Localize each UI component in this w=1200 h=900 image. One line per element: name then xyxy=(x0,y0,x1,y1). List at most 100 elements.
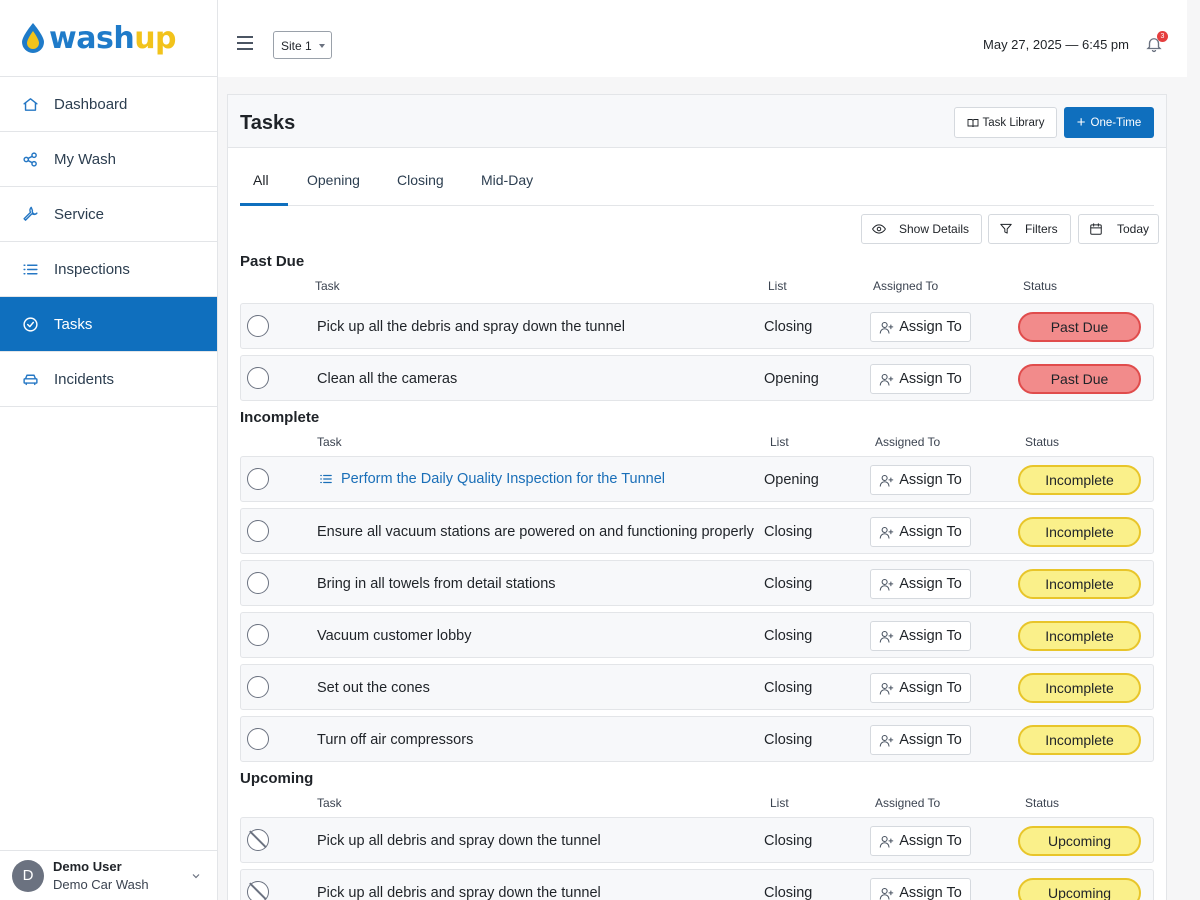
assign-to-button[interactable]: Assign To xyxy=(870,725,971,755)
complete-checkbox[interactable] xyxy=(247,676,269,698)
task-row[interactable]: Turn off air compressors Closing Assign … xyxy=(240,716,1154,762)
assign-to-button[interactable]: Assign To xyxy=(870,673,971,703)
complete-checkbox[interactable] xyxy=(247,624,269,646)
site-select-value: Site 1 xyxy=(281,39,312,53)
sidebar: washup Dashboard My Wash Service Inspect… xyxy=(0,0,218,900)
column-header-list: List xyxy=(768,279,787,293)
task-name: Bring in all towels from detail stations xyxy=(317,576,556,592)
assign-to-label: Assign To xyxy=(899,472,962,488)
avatar: D xyxy=(12,859,44,892)
list-icon xyxy=(23,264,38,274)
task-list: Closing xyxy=(764,885,813,900)
filters-button[interactable]: Filters xyxy=(988,214,1071,244)
list-icon xyxy=(320,474,332,484)
task-name: Turn off air compressors xyxy=(317,732,474,748)
section-title-upcoming: Upcoming xyxy=(240,770,314,787)
assign-to-label: Assign To xyxy=(899,680,962,696)
tab-all[interactable]: All xyxy=(253,172,269,188)
user-plus-icon xyxy=(879,835,894,848)
assign-to-button[interactable]: Assign To xyxy=(870,312,971,342)
status-badge: Incomplete xyxy=(1018,569,1141,599)
menu-icon[interactable] xyxy=(237,36,253,50)
sidebar-item-label: Service xyxy=(54,205,105,223)
task-list: Closing xyxy=(764,833,813,849)
assign-to-label: Assign To xyxy=(899,319,962,335)
task-list: Closing xyxy=(764,576,813,592)
one-time-button[interactable]: + One-Time xyxy=(1064,107,1154,138)
car-icon xyxy=(23,374,38,385)
column-header-task: Task xyxy=(317,435,342,449)
sidebar-item-incidents[interactable]: Incidents xyxy=(0,352,217,407)
task-row[interactable]: Clean all the cameras Opening Assign To … xyxy=(240,355,1154,401)
eye-icon xyxy=(872,224,886,234)
task-row[interactable]: Bring in all towels from detail stations… xyxy=(240,560,1154,606)
sidebar-item-tasks[interactable]: Tasks xyxy=(0,297,217,352)
task-row[interactable]: Pick up all the debris and spray down th… xyxy=(240,303,1154,349)
inspection-task-link[interactable]: Perform the Daily Quality Inspection for… xyxy=(319,471,665,487)
assign-to-button[interactable]: Assign To xyxy=(870,465,971,495)
filter-icon xyxy=(1000,223,1012,234)
sidebar-item-label: Inspections xyxy=(54,260,130,278)
assign-to-button[interactable]: Assign To xyxy=(870,569,971,599)
task-row[interactable]: Ensure all vacuum stations are powered o… xyxy=(240,508,1154,554)
assign-to-button[interactable]: Assign To xyxy=(870,826,971,856)
assign-to-label: Assign To xyxy=(899,576,962,592)
tab-mid-day[interactable]: Mid-Day xyxy=(481,172,533,188)
user-org: Demo Car Wash xyxy=(53,877,149,892)
site-select[interactable]: Site 1 xyxy=(273,31,332,59)
section-title-incomplete: Incomplete xyxy=(240,409,320,426)
logo-text: washup xyxy=(49,20,177,56)
sidebar-item-my-wash[interactable]: My Wash xyxy=(0,132,217,187)
task-row[interactable]: Perform the Daily Quality Inspection for… xyxy=(240,456,1154,502)
task-row[interactable]: Pick up all debris and spray down the tu… xyxy=(240,817,1154,863)
task-list: Closing xyxy=(764,524,813,540)
sidebar-item-inspections[interactable]: Inspections xyxy=(0,242,217,297)
status-badge: Incomplete xyxy=(1018,517,1141,547)
tab-closing[interactable]: Closing xyxy=(397,172,444,188)
task-name: Ensure all vacuum stations are powered o… xyxy=(317,524,754,540)
notifications-button[interactable]: 3 xyxy=(1145,31,1168,53)
sidebar-item-dashboard[interactable]: Dashboard xyxy=(0,77,217,132)
complete-checkbox[interactable] xyxy=(247,468,269,490)
task-list: Closing xyxy=(764,628,813,644)
task-row[interactable]: Pick up all debris and spray down the tu… xyxy=(240,869,1154,900)
user-plus-icon xyxy=(879,526,894,539)
task-row[interactable]: Set out the cones Closing Assign To Inco… xyxy=(240,664,1154,710)
user-plus-icon xyxy=(879,887,894,900)
datetime: May 27, 2025 — 6:45 pm xyxy=(983,37,1129,52)
task-row[interactable]: Vacuum customer lobby Closing Assign To … xyxy=(240,612,1154,658)
assign-to-button[interactable]: Assign To xyxy=(870,621,971,651)
assign-to-label: Assign To xyxy=(899,732,962,748)
chevron-down-icon[interactable] xyxy=(191,871,201,881)
complete-checkbox[interactable] xyxy=(247,367,269,389)
show-details-button[interactable]: Show Details xyxy=(861,214,982,244)
complete-checkbox[interactable] xyxy=(247,520,269,542)
calendar-icon xyxy=(1090,223,1102,235)
task-name: Pick up all debris and spray down the tu… xyxy=(317,833,601,849)
sidebar-item-service[interactable]: Service xyxy=(0,187,217,242)
task-list: Closing xyxy=(764,680,813,696)
top-bar: Site 1 May 27, 2025 — 6:45 pm 3 xyxy=(218,0,1187,77)
tab-opening[interactable]: Opening xyxy=(307,172,360,188)
home-icon xyxy=(23,97,38,111)
assign-to-button[interactable]: Assign To xyxy=(870,364,971,394)
task-list: Closing xyxy=(764,732,813,748)
assign-to-button[interactable]: Assign To xyxy=(870,878,971,900)
status-badge: Past Due xyxy=(1018,312,1141,342)
assign-to-button[interactable]: Assign To xyxy=(870,517,971,547)
filters-label: Filters xyxy=(1025,222,1058,236)
logo[interactable]: washup xyxy=(0,0,217,77)
sidebar-item-label: Dashboard xyxy=(54,95,128,113)
task-library-button[interactable]: Task Library xyxy=(954,107,1057,138)
status-badge: Incomplete xyxy=(1018,725,1141,755)
task-name: Pick up all the debris and spray down th… xyxy=(317,319,625,335)
disabled-checkbox xyxy=(247,881,269,900)
user-menu[interactable]: D Demo User Demo Car Wash xyxy=(0,850,217,900)
complete-checkbox[interactable] xyxy=(247,315,269,337)
complete-checkbox[interactable] xyxy=(247,572,269,594)
complete-checkbox[interactable] xyxy=(247,728,269,750)
today-button[interactable]: Today xyxy=(1078,214,1159,244)
disabled-checkbox xyxy=(247,829,269,851)
column-header-list: List xyxy=(770,435,789,449)
column-header-status: Status xyxy=(1025,435,1060,449)
